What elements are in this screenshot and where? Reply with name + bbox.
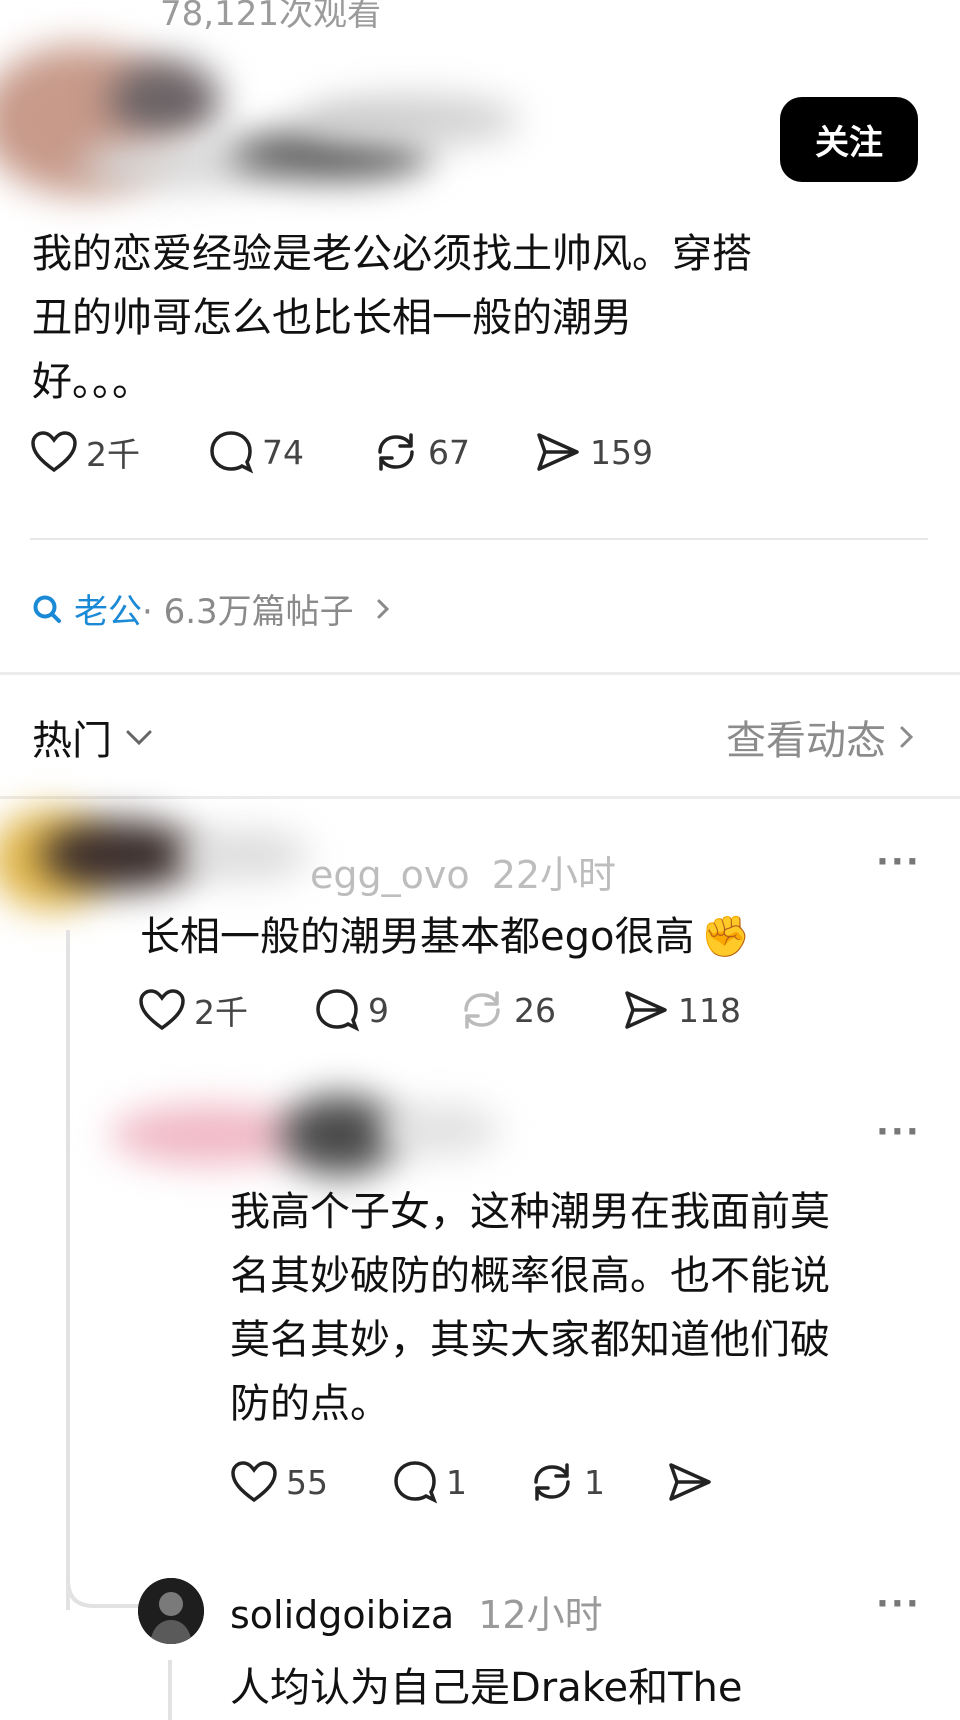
comment-text-line: 长相一般的潮男基本都ego很高	[140, 914, 695, 960]
chevron-down-icon	[126, 730, 152, 746]
comment-text-line: 我高个子女，这种潮男在我面前莫	[230, 1189, 830, 1235]
like-count: 2千	[86, 435, 140, 474]
repost-count: 1	[584, 1462, 605, 1502]
post-text-line: 我的恋爱经验是老公必须找土帅风。穿搭	[32, 231, 752, 277]
comment-1-text: 长相一般的潮男基本都ego很高 ✊	[140, 905, 750, 969]
more-options-button[interactable]: ···	[876, 842, 921, 882]
view-activity-label: 查看动态	[726, 718, 886, 764]
comment-time: 22小时	[491, 853, 617, 897]
post-text-line: 丑的帅哥怎么也比长相一般的潮男	[32, 295, 632, 341]
like-button[interactable]: 2千	[30, 428, 140, 476]
view-count: 78,121次观看	[160, 0, 381, 34]
follow-button[interactable]: 关注	[780, 97, 918, 182]
fist-emoji: ✊	[700, 914, 751, 960]
comment-1-author: egg_ovo 22小时	[310, 844, 616, 899]
comment-count: 1	[446, 1462, 467, 1502]
repost-count: 67	[428, 432, 470, 472]
like-count: 55	[286, 1462, 328, 1502]
repost-button[interactable]: 67	[372, 430, 470, 474]
topic-post-count: · 6.3万篇帖子	[142, 592, 354, 632]
comment-icon	[394, 1461, 438, 1504]
share-button[interactable]	[666, 1460, 722, 1504]
repost-button[interactable]: 26	[458, 988, 556, 1032]
chevron-right-icon	[900, 726, 914, 748]
avatar[interactable]	[138, 1578, 204, 1644]
post-text-line: 好。。。	[32, 359, 152, 405]
comment-button[interactable]: 74	[208, 430, 304, 474]
repost-icon	[464, 991, 500, 1029]
comment-2-text: 我高个子女，这种潮男在我面前莫 名其妙破防的概率很高。也不能说 莫名其妙，其实大…	[230, 1180, 830, 1436]
sort-dropdown[interactable]: 热门	[32, 708, 156, 766]
repost-button[interactable]: 1	[528, 1460, 605, 1504]
chevron-right-icon	[377, 599, 389, 618]
comment-username: egg_ovo	[310, 853, 470, 897]
send-icon	[537, 433, 579, 471]
comment-3-author: solidgoibiza 12小时	[230, 1584, 603, 1639]
repost-icon	[378, 433, 414, 471]
heart-icon	[139, 989, 185, 1031]
comment-button[interactable]: 1	[392, 1460, 467, 1504]
thread-line	[168, 1660, 172, 1720]
send-icon	[625, 991, 667, 1029]
comment-count: 74	[262, 432, 304, 472]
comment-icon	[210, 431, 254, 474]
post-text: 我的恋爱经验是老公必须找土帅风。穿搭 丑的帅哥怎么也比长相一般的潮男 好。。。	[32, 222, 892, 414]
comment-text-line: 名其妙破防的概率很高。也不能说	[230, 1253, 830, 1299]
share-button[interactable]: 118	[622, 988, 741, 1032]
repost-icon	[534, 1463, 570, 1501]
avatar-image	[138, 1578, 204, 1644]
comment-username[interactable]: solidgoibiza	[230, 1593, 454, 1637]
share-button[interactable]: 159	[534, 430, 653, 474]
like-count: 2千	[194, 993, 248, 1032]
search-icon	[33, 595, 61, 623]
heart-icon	[31, 431, 77, 473]
divider	[30, 538, 928, 540]
comment-text-line: 莫名其妙，其实大家都知道他们破	[230, 1317, 830, 1363]
comment-3-text: 人均认为自己是Drake和The	[230, 1656, 743, 1720]
comment-text-line: 防的点。	[230, 1381, 390, 1427]
topic-link[interactable]: 老公 · 6.3万篇帖子	[32, 584, 398, 633]
section-divider	[0, 672, 960, 675]
sort-label: 热门	[32, 718, 112, 764]
share-count: 159	[590, 432, 653, 472]
comment-count: 9	[368, 990, 389, 1030]
top-icons-partial	[770, 0, 920, 10]
topic-name: 老公	[74, 592, 142, 632]
more-options-button[interactable]: ···	[876, 1112, 921, 1152]
send-icon	[669, 1463, 711, 1501]
share-count: 118	[678, 990, 741, 1030]
comment-text-line: 人均认为自己是Drake和The	[230, 1665, 743, 1711]
heart-icon	[231, 1461, 277, 1503]
more-options-button[interactable]: ···	[876, 1584, 921, 1624]
repost-count: 26	[514, 990, 556, 1030]
like-button[interactable]: 2千	[138, 986, 248, 1034]
section-divider	[0, 796, 960, 799]
comment-button[interactable]: 9	[314, 988, 389, 1032]
thread-line	[66, 930, 70, 1610]
like-button[interactable]: 55	[230, 1460, 328, 1504]
comment-time: 12小时	[478, 1593, 603, 1637]
comment-icon	[316, 989, 360, 1032]
view-activity-link[interactable]: 查看动态	[726, 708, 920, 766]
thread-connector	[66, 1560, 142, 1608]
